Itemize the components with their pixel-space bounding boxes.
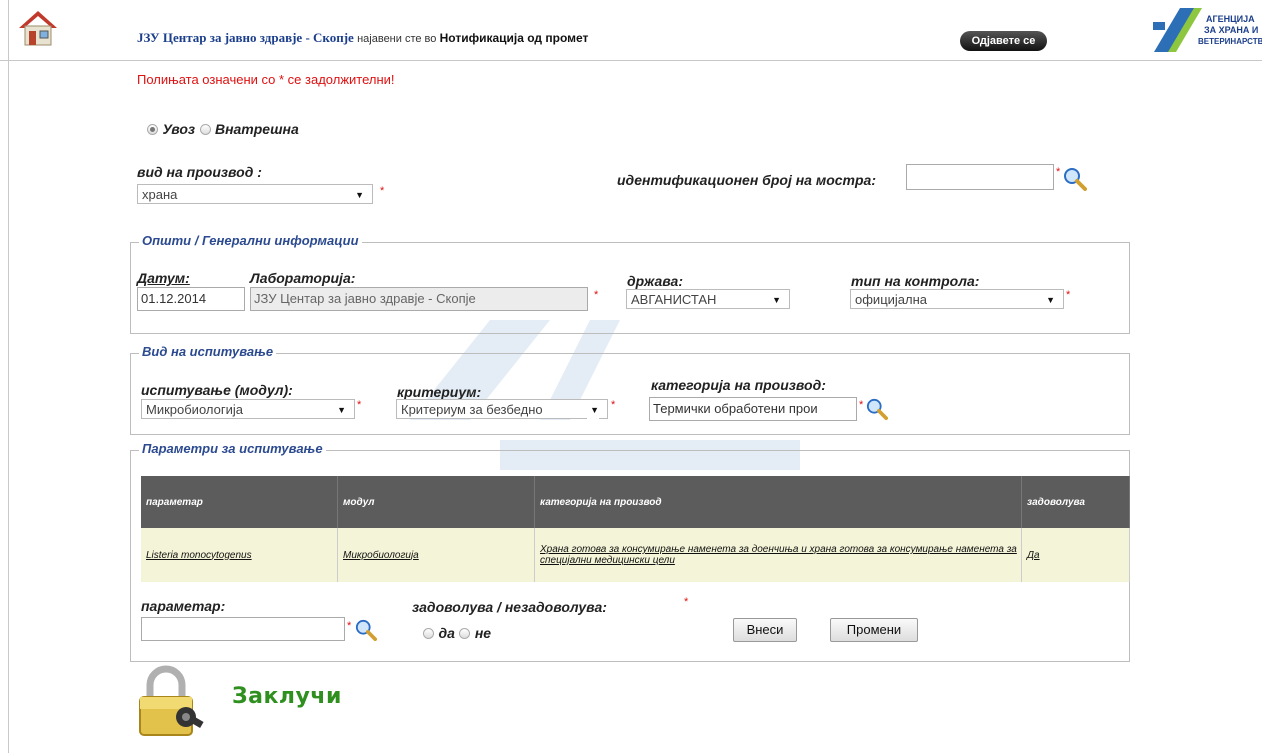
module-select[interactable]: Микробиологија ▼ [141,399,355,419]
col-category: категорија на производ [534,476,1022,528]
country-value: АВГАНИСТАН [631,292,717,307]
module-value: Микробиологија [146,402,243,417]
control-type-value: официјална [855,292,928,307]
product-type-value: храна [142,187,178,202]
col-param: параметар [141,476,338,528]
radio-import-label: Увоз [162,121,196,137]
logo-line-3: ВЕТЕРИНАРСТВО [1198,37,1262,46]
lab-label: Лабораторија: [250,270,356,286]
header-divider [0,60,1262,61]
criterion-label: критериум: [397,384,482,400]
sample-id-label: идентификационен број на мостра: [617,172,876,188]
required-star: * [859,399,864,411]
required-star: * [594,289,599,301]
radio-domestic-label: Внатрешна [214,121,299,137]
date-label: Датум: [137,270,190,286]
search-icon[interactable] [1063,167,1087,191]
lock-icon[interactable] [136,665,208,737]
criterion-value: Критериум за безбедно [401,402,543,417]
sample-id-input[interactable] [906,164,1054,190]
header-title: ЈЗУ Центар за јавно здравје - Скопје нај… [137,30,588,46]
radio-domestic[interactable] [199,124,211,136]
logout-button[interactable]: Одјавете се [960,31,1047,51]
date-input[interactable]: 01.12.2014 [137,287,245,311]
radio-yes[interactable] [423,628,434,640]
row-category-link[interactable]: Храна готова за консумирање наменета за … [540,544,1017,566]
satisfies-group: да не [423,625,491,643]
general-info-legend: Општи / Генерални информации [139,233,362,248]
product-type-label: вид на производ : [137,164,262,180]
required-star: * [684,596,689,608]
agency-logo: АГЕНЦИЈА ЗА ХРАНА И ВЕТЕРИНАРСТВО [1150,4,1262,56]
table-row: Listeria monocytogenus Микробиологија Хр… [141,528,1130,582]
module-label: испитување (модул): [141,382,293,398]
logged-in-text: најавени сте во [357,33,437,45]
category-input[interactable]: Термички обработени прои [649,397,857,421]
control-type-label: тип на контрола: [851,273,980,289]
insert-button[interactable]: Внеси [733,618,797,642]
radio-yes-label: да [438,625,455,641]
left-border [8,0,9,753]
chevron-down-icon: ▼ [772,295,781,305]
country-label: држава: [627,273,684,289]
required-star: * [1066,289,1071,301]
chevron-down-icon: ▼ [355,190,364,200]
control-type-select[interactable]: официјална ▼ [850,289,1064,309]
search-icon[interactable] [355,619,377,641]
criterion-select[interactable]: Критериум за безбедно ▼ [396,399,608,420]
satisfies-label: задоволува / незадоволува: [412,599,607,615]
params-table: параметар модул категорија на производ з… [141,476,1130,582]
category-label: категорија на производ: [651,377,826,393]
test-type-legend: Вид на испитување [139,344,277,359]
param-label: параметар: [141,598,226,614]
param-input[interactable] [141,617,345,641]
lab-input: ЈЗУ Центар за јавно здравје - Скопје [250,287,588,311]
radio-import[interactable] [147,124,158,136]
col-satisfies: задоволува [1021,476,1130,528]
radio-no-label: не [474,625,492,641]
required-star: * [357,399,362,411]
required-note: Полињата означени со * се задолжителни! [137,72,395,87]
logo-line-2: ЗА ХРАНА И [1204,25,1258,35]
country-select[interactable]: АВГАНИСТАН ▼ [626,289,790,309]
row-param-link[interactable]: Listeria monocytogenus [146,550,252,561]
radio-no[interactable] [459,628,471,640]
lock-label[interactable]: Заклучи [232,684,342,709]
search-icon[interactable] [866,398,888,420]
row-module-link[interactable]: Микробиологија [343,550,419,561]
chevron-down-icon: ▼ [587,400,599,420]
home-icon[interactable] [18,9,58,47]
required-star: * [347,620,352,632]
change-button[interactable]: Промени [830,618,918,642]
chevron-down-icon: ▼ [337,405,346,415]
required-star: * [380,185,385,197]
params-legend: Параметри за испитување [139,441,326,456]
table-header-row: параметар модул категорија на производ з… [141,476,1130,528]
required-star: * [1056,166,1061,178]
logo-line-1: АГЕНЦИЈА [1206,14,1255,24]
col-module: модул [337,476,535,528]
row-satisfies-link[interactable]: Да [1027,550,1040,561]
required-star: * [611,399,616,411]
import-type-group: Увоз Внатрешна [147,121,299,139]
page-name: Нотификација од промет [439,31,589,45]
chevron-down-icon: ▼ [1046,295,1055,305]
product-type-select[interactable]: храна ▼ [137,184,373,204]
org-name: ЈЗУ Центар за јавно здравје - Скопје [137,30,354,45]
